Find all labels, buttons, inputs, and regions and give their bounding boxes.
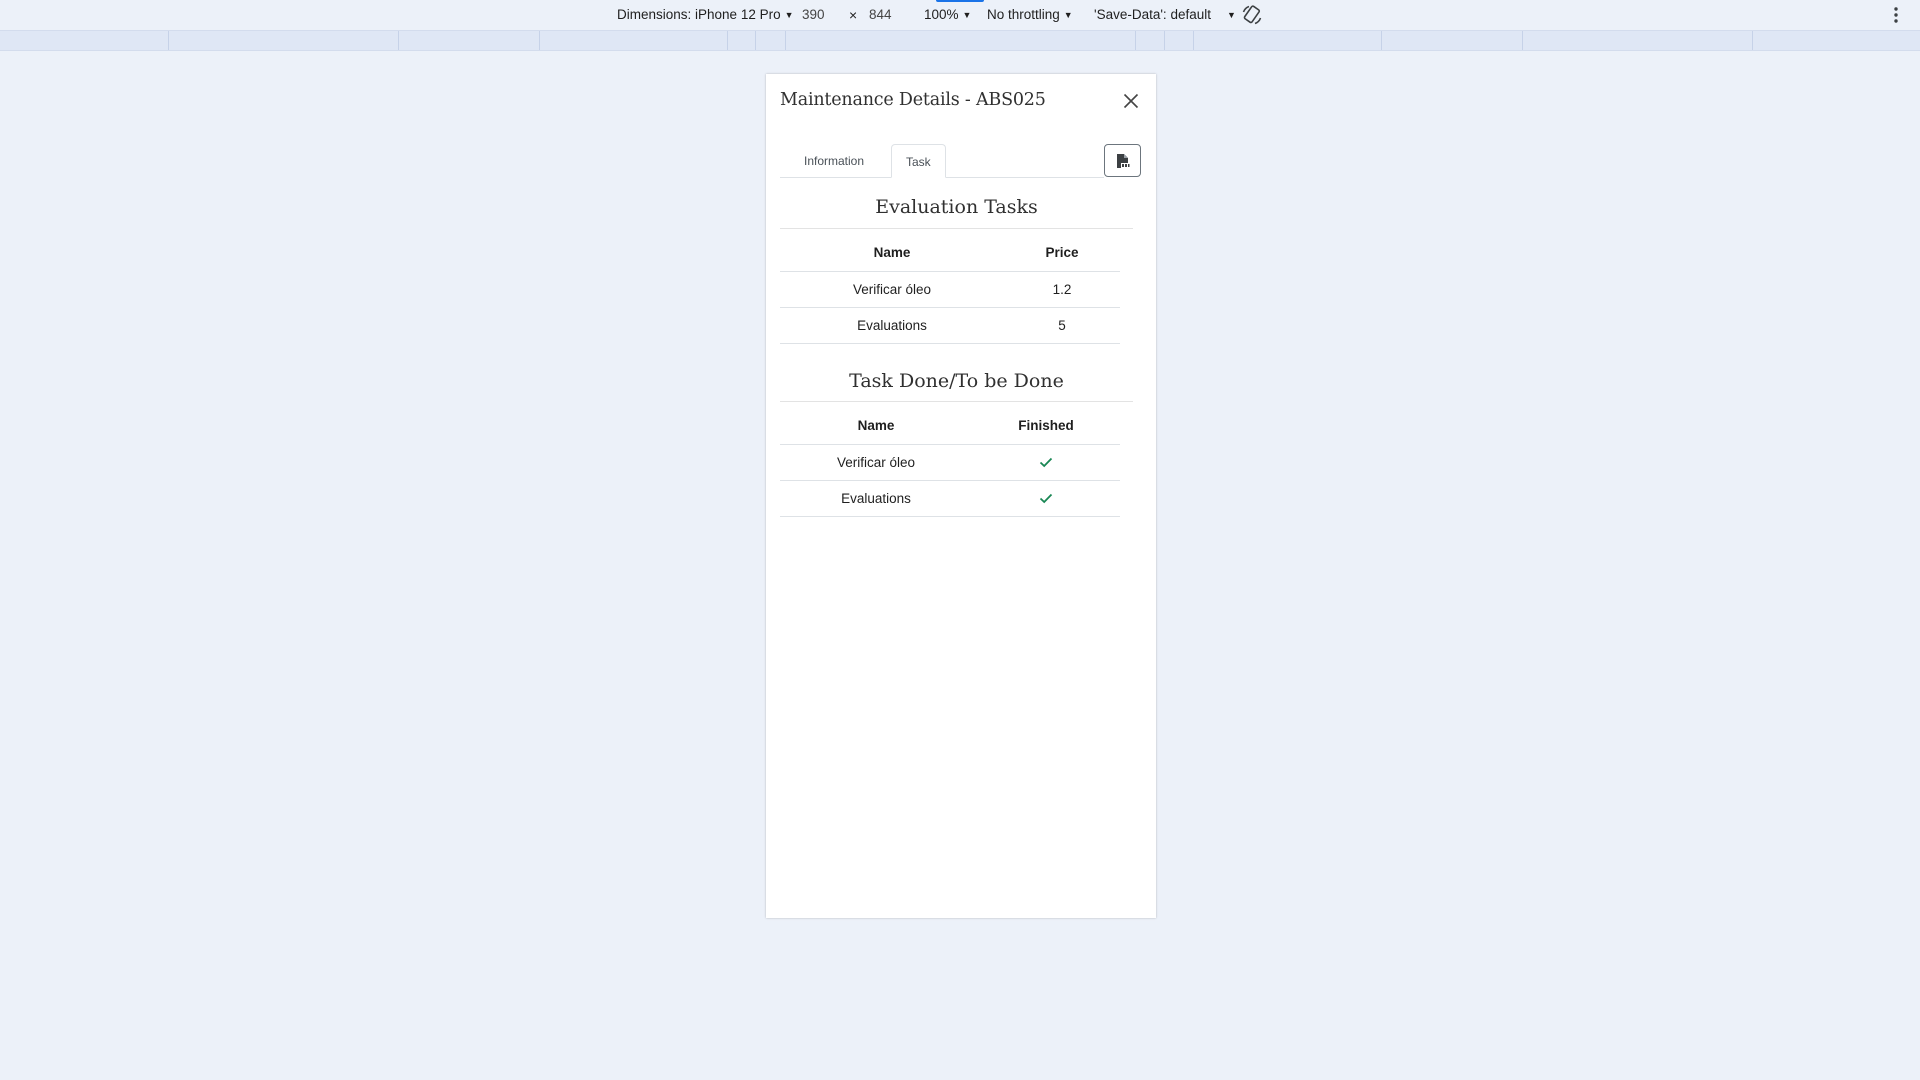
devtools-device-toolbar: Dimensions: iPhone 12 Pro ▼ 390 × 844 100… [0, 0, 1920, 30]
task-name-cell: Verificar óleo [780, 271, 1004, 308]
dropdown-caret-icon: ▼ [1063, 10, 1073, 20]
task-done-title: Task Done/To be Done [849, 370, 1064, 392]
media-query-tick [785, 31, 786, 50]
zoom-select[interactable]: 100% ▼ [924, 8, 971, 22]
dropdown-caret-icon: ▼ [784, 10, 794, 20]
close-icon [1123, 93, 1139, 109]
table-row: Verificar óleo 1.2 [780, 271, 1120, 308]
dimension-times-icon: × [849, 7, 858, 23]
save-data-label: 'Save-Data': default [1094, 7, 1211, 22]
column-header-name: Name [780, 235, 1004, 272]
task-name-cell: Evaluations [780, 307, 1004, 344]
width-input[interactable]: 390 [802, 8, 825, 22]
export-pdf-button[interactable] [1104, 144, 1141, 177]
modal-title: Maintenance Details - ABS025 [780, 90, 1046, 110]
media-query-tick [1522, 31, 1523, 50]
task-price-cell: 1.2 [1004, 271, 1120, 308]
media-query-tick [1135, 31, 1136, 50]
media-query-tick [168, 31, 169, 50]
table-row: Evaluations [780, 480, 1120, 517]
task-name-cell: Verificar óleo [780, 444, 972, 481]
table-header-row: Name Finished [780, 408, 1120, 445]
media-query-tick [398, 31, 399, 50]
task-price-cell: 5 [1004, 307, 1120, 344]
column-header-price: Price [1004, 235, 1120, 272]
tab-task[interactable]: Task [891, 144, 946, 178]
height-input[interactable]: 844 [869, 8, 892, 22]
device-label: Dimensions: iPhone 12 Pro [617, 7, 781, 22]
dropdown-caret-icon: ▼ [962, 10, 972, 20]
close-button[interactable] [1120, 90, 1142, 112]
pdf-file-icon [1117, 154, 1130, 168]
modal-header: Maintenance Details - ABS025 [766, 74, 1156, 128]
column-header-finished: Finished [972, 408, 1120, 445]
more-vert-icon[interactable] [1890, 5, 1902, 25]
finished-cell [972, 444, 1120, 481]
media-query-bar[interactable] [0, 30, 1920, 51]
table-row: Evaluations 5 [780, 307, 1120, 344]
evaluation-tasks-title: Evaluation Tasks [875, 196, 1038, 218]
device-viewport: Maintenance Details - ABS025 Information… [766, 74, 1156, 918]
media-query-tick [539, 31, 540, 50]
evaluation-tasks-table: Name Price Verificar óleo 1.2 Evaluation… [780, 235, 1120, 344]
modal-tabs: Information Task [780, 144, 1142, 178]
dropdown-caret-icon: ▼ [1226, 10, 1236, 20]
save-data-select[interactable]: 'Save-Data': default ▼ [1094, 8, 1236, 22]
media-query-tick [1193, 31, 1194, 50]
throttling-select[interactable]: No throttling ▼ [987, 8, 1073, 22]
check-icon [1039, 458, 1053, 468]
section-divider [780, 401, 1133, 402]
zoom-label: 100% [924, 7, 959, 22]
task-done-table: Name Finished Verificar óleo Evaluations [780, 408, 1120, 517]
media-query-tick [727, 31, 728, 50]
finished-cell [972, 480, 1120, 517]
throttling-label: No throttling [987, 7, 1060, 22]
media-query-tick [755, 31, 756, 50]
table-row: Verificar óleo [780, 444, 1120, 481]
media-query-tick [1752, 31, 1753, 50]
media-query-tick [1164, 31, 1165, 50]
active-indicator [936, 0, 984, 2]
section-divider [780, 228, 1133, 229]
media-query-tick [1381, 31, 1382, 50]
table-header-row: Name Price [780, 235, 1120, 272]
task-name-cell: Evaluations [780, 480, 972, 517]
rotate-icon[interactable] [1240, 3, 1264, 27]
check-icon [1039, 494, 1053, 504]
tab-information[interactable]: Information [790, 144, 878, 178]
device-select[interactable]: Dimensions: iPhone 12 Pro ▼ [617, 8, 794, 22]
column-header-name: Name [780, 408, 972, 445]
